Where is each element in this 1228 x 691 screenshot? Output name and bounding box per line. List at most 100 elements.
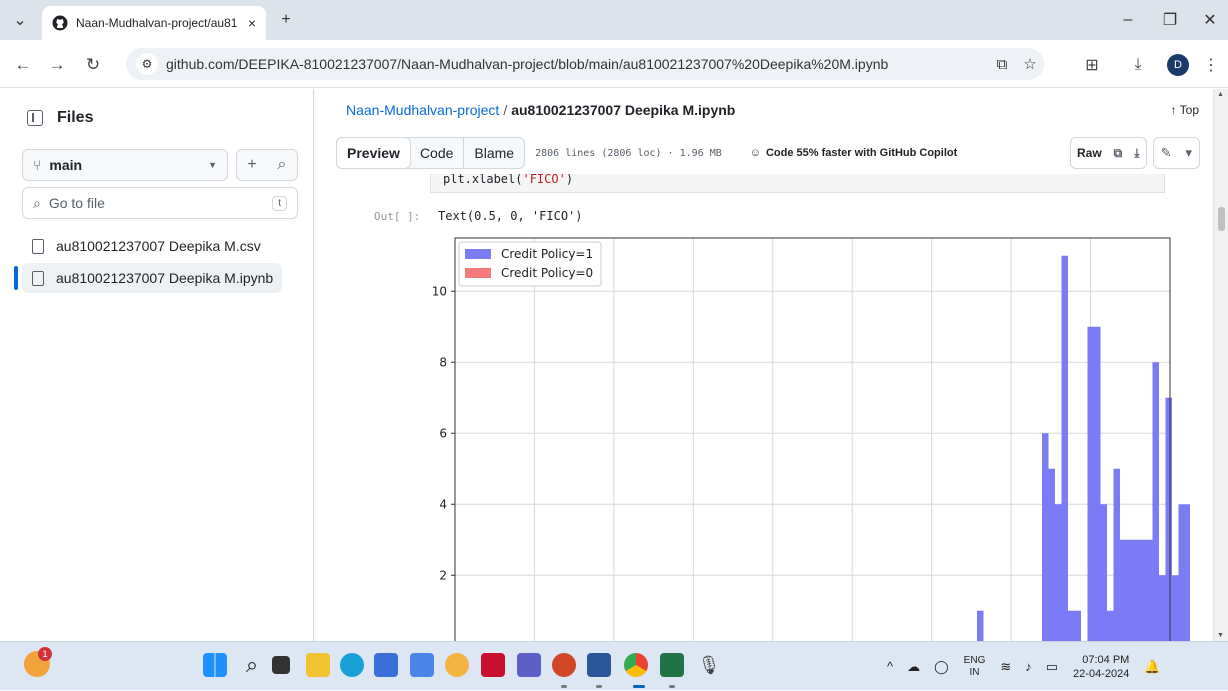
start-windows-icon[interactable] (203, 653, 227, 677)
mcafee-icon[interactable] (481, 653, 505, 677)
histogram-bar (1185, 504, 1190, 641)
file-item-csv[interactable]: au810021237007 Deepika M.csv (22, 231, 282, 261)
running-indicator (561, 685, 567, 688)
store-icon[interactable] (374, 653, 398, 677)
download-icon[interactable]: ⤓ (1126, 53, 1150, 77)
onedrive-icon[interactable]: ☁ (907, 659, 920, 675)
restore-icon[interactable]: ❐ (1156, 8, 1184, 32)
histogram-bar (1152, 362, 1159, 641)
tab-code[interactable]: Code (410, 138, 463, 168)
url-text[interactable]: github.com/DEEPIKA-810021237007/Naan-Mud… (166, 56, 988, 72)
add-file-icon[interactable]: + (237, 156, 267, 174)
date: 22-04-2024 (1073, 667, 1130, 680)
view-tabs: Preview Code Blame (336, 137, 526, 169)
go-to-file-placeholder: Go to file (48, 195, 105, 211)
search-icon[interactable]: ⌕ (240, 653, 264, 677)
histogram-bar (1061, 255, 1068, 641)
histogram-bar (1055, 504, 1062, 641)
microphone-icon[interactable]: 🎙 (697, 653, 721, 677)
histogram-bar (1126, 539, 1133, 641)
reload-icon[interactable]: ↻ (80, 52, 106, 78)
teams-icon[interactable] (517, 653, 541, 677)
edge-icon[interactable] (340, 653, 364, 677)
forward-icon[interactable]: → (44, 52, 70, 78)
y-tick-label: 6 (439, 426, 447, 440)
browser-tab[interactable]: Naan-Mudhalvan-project/au81 × (42, 6, 266, 40)
scroll-down-icon[interactable]: ▼ (1217, 632, 1224, 639)
clock[interactable]: 07:04 PM 22-04-2024 (1073, 653, 1129, 681)
y-tick-label: 2 (439, 568, 447, 582)
tab-search-icon[interactable]: ⌄ (6, 8, 34, 32)
minimize-icon[interactable]: – (1114, 8, 1142, 32)
download-icon[interactable]: ⤓ (1128, 138, 1145, 168)
histogram-chart: 2 4 6 8 10 Credit Policy=1 Credit Policy=0 (432, 237, 1190, 641)
excel-icon[interactable] (660, 653, 684, 677)
output-prompt: Out[ ]: (374, 210, 421, 223)
site-info-icon[interactable]: ⚙ (136, 53, 158, 75)
bell-icon[interactable]: 🔔 (1144, 659, 1160, 675)
cloud-icon[interactable]: ◯ (934, 659, 949, 675)
install-app-icon[interactable]: ⧉ (988, 56, 1016, 73)
menu-kebab-icon[interactable]: ⋮ (1199, 53, 1223, 77)
close-window-icon[interactable]: ✕ (1196, 8, 1224, 32)
branch-selector[interactable]: ⑂ main ▼ (22, 149, 228, 181)
file-name-title: au810021237007 Deepika M.ipynb (511, 102, 736, 118)
top-link[interactable]: ↑ Top (1171, 103, 1199, 117)
copilot-promo[interactable]: ☺ Code 55% faster with GitHub Copilot (750, 147, 958, 159)
legend-swatch-0 (465, 268, 491, 278)
system-tray: ^ ☁ ◯ ENG IN ≋ ♪ ▭ 07:04 PM 22-04-2024 🔔 (880, 642, 1168, 691)
windows-taskbar: 1 ⌕ 🎙 ^ ☁ ◯ ENG IN ≋ ♪ ▭ 07:04 PM 22-04-… (0, 641, 1228, 690)
file-actions: Raw ⧉ ⤓ ✎ ▾ (1069, 137, 1200, 169)
chevron-down-icon[interactable]: ▾ (1178, 138, 1199, 168)
chrome-icon[interactable] (624, 653, 648, 677)
notification-badge: 1 (38, 647, 52, 661)
wifi-icon[interactable]: ≋ (1000, 659, 1011, 675)
extensions-icon[interactable]: ⊞ (1080, 53, 1104, 77)
tab-close-icon[interactable]: × (248, 15, 256, 31)
bookmark-star-icon[interactable]: ☆ (1016, 55, 1044, 73)
url-bar[interactable]: ⚙ github.com/DEEPIKA-810021237007/Naan-M… (126, 48, 1044, 80)
raw-button[interactable]: Raw (1071, 138, 1108, 168)
battery-icon[interactable]: ▭ (1046, 659, 1058, 675)
file-name: au810021237007 Deepika M.csv (56, 238, 261, 254)
powerpoint-icon[interactable] (552, 653, 576, 677)
code-cell: plt.xlabel('FICO') (430, 174, 1165, 193)
tab-blame[interactable]: Blame (463, 138, 524, 168)
tab-title: Naan-Mudhalvan-project/au81 (76, 16, 238, 30)
histogram-bar (1159, 575, 1166, 641)
branch-icon: ⑂ (33, 157, 42, 173)
mobile-app-icon[interactable] (410, 653, 434, 677)
file-item-ipynb[interactable]: au810021237007 Deepika M.ipynb (22, 263, 282, 293)
copilot-icon: ☺ (749, 147, 761, 159)
running-indicator (596, 685, 602, 688)
copilot-app-icon[interactable] (445, 653, 469, 677)
volume-icon[interactable]: ♪ (1025, 659, 1032, 674)
scroll-up-icon[interactable]: ▲ (1217, 91, 1224, 98)
page-scrollbar[interactable]: ▲ ▼ (1213, 89, 1228, 641)
files-header: Files (27, 109, 93, 127)
shortcut-key: t (272, 195, 287, 211)
go-to-file-input[interactable]: ⌕ Go to file t (22, 187, 298, 219)
word-icon[interactable] (587, 653, 611, 677)
browser-tab-bar: ⌄ Naan-Mudhalvan-project/au81 × + – ❐ ✕ (0, 0, 1228, 40)
running-indicator (633, 685, 645, 688)
breadcrumb-separator: / (503, 102, 508, 118)
task-view-icon[interactable] (272, 656, 290, 674)
copy-icon[interactable]: ⧉ (1108, 138, 1129, 168)
new-tab-button[interactable]: + (272, 8, 300, 32)
repo-link[interactable]: Naan-Mudhalvan-project (346, 102, 499, 118)
file-name: au810021237007 Deepika M.ipynb (56, 270, 274, 286)
language-indicator[interactable]: ENG IN (964, 655, 986, 679)
back-icon[interactable]: ← (10, 52, 36, 78)
scrollbar-thumb[interactable] (1218, 207, 1225, 231)
histogram-bar (977, 610, 984, 641)
edit-pencil-icon[interactable]: ✎ (1154, 138, 1179, 168)
chevron-up-icon[interactable]: ^ (887, 659, 893, 674)
region-code: IN (969, 666, 980, 678)
collapse-sidebar-icon[interactable] (27, 110, 43, 126)
search-icon[interactable]: ⌕ (267, 156, 297, 174)
profile-avatar[interactable]: D (1167, 54, 1189, 76)
code-suffix: ) (565, 174, 574, 186)
tab-preview[interactable]: Preview (336, 137, 411, 169)
file-explorer-icon[interactable] (306, 653, 330, 677)
